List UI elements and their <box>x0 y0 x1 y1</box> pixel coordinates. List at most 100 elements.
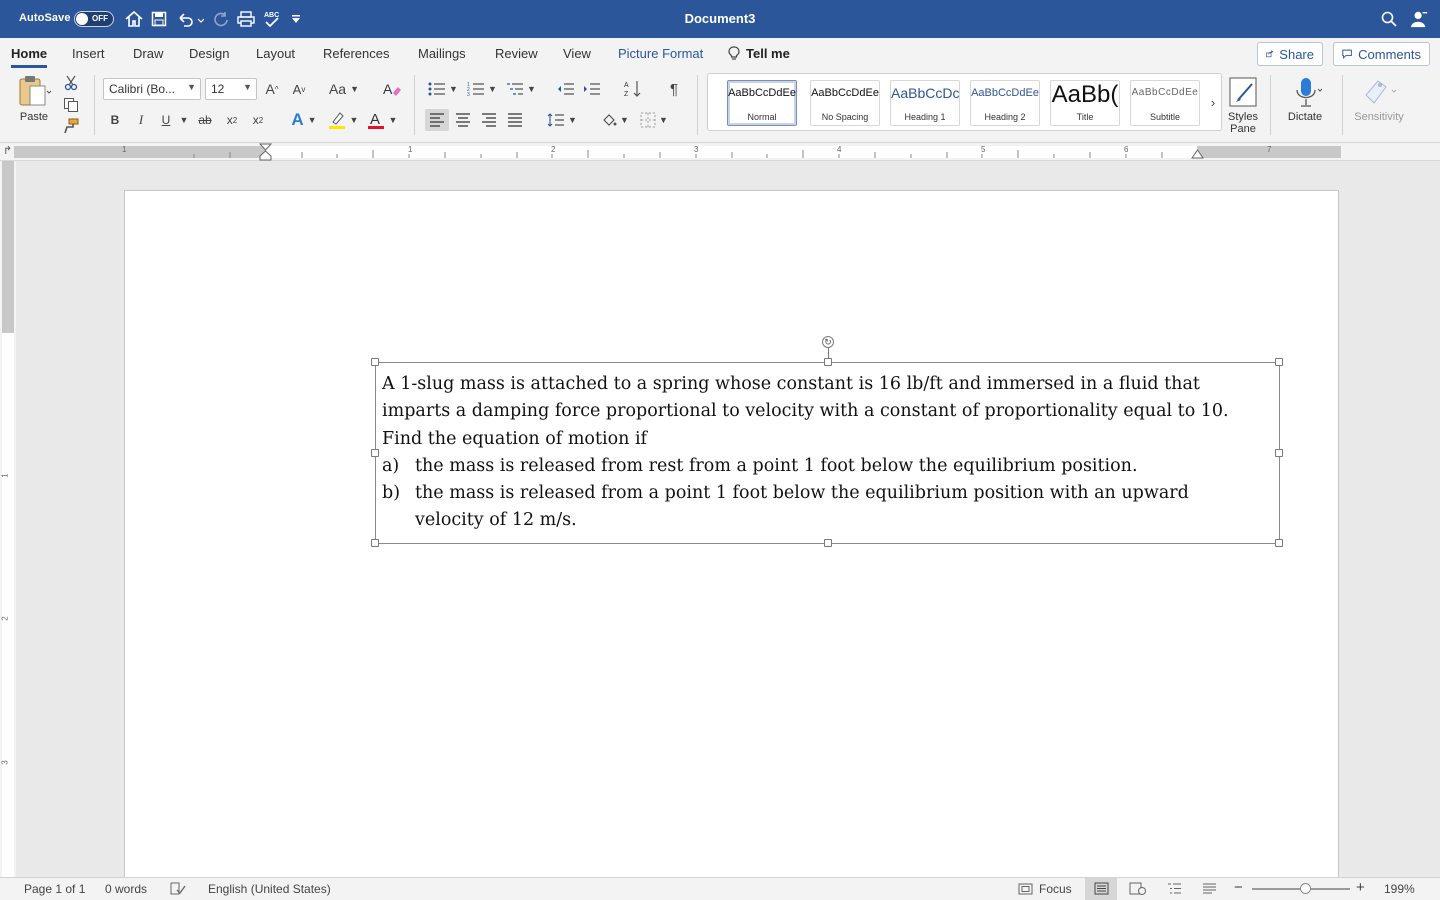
ruler-number: 2 <box>551 145 556 154</box>
font-color-button[interactable]: A ▼ <box>365 109 399 131</box>
tab-review[interactable]: Review <box>495 46 538 61</box>
zoom-in-button[interactable]: + <box>1356 879 1365 896</box>
share-label: Share <box>1279 46 1314 62</box>
font-name-select[interactable]: Calibri (Bo... ▼ <box>103 78 201 100</box>
word-count[interactable]: 0 words <box>105 882 147 896</box>
style-no-spacing[interactable]: AaBbCcDdEe No Spacing <box>810 80 880 126</box>
font-size-select[interactable]: 12 ▼ <box>205 78 257 100</box>
shrink-font-icon[interactable]: Av <box>289 78 309 100</box>
change-case-label: Aa <box>328 81 347 97</box>
zoom-out-button[interactable]: − <box>1234 879 1243 896</box>
resize-handle[interactable] <box>371 449 379 457</box>
clear-formatting-icon[interactable]: A <box>381 78 403 100</box>
style-heading-1[interactable]: AaBbCcDc Heading 1 <box>890 80 960 126</box>
page-count[interactable]: Page 1 of 1 <box>24 882 85 896</box>
tab-mailings[interactable]: Mailings <box>418 46 466 61</box>
underline-button[interactable]: U <box>157 109 175 131</box>
subscript-button[interactable]: x2 <box>222 109 242 131</box>
sensitivity-icon <box>1365 80 1397 104</box>
dictate-button[interactable] <box>1284 75 1330 109</box>
style-title[interactable]: AaBb( Title <box>1050 80 1120 126</box>
text-effects-button[interactable]: A ▼ <box>287 109 321 131</box>
style-sample: AaBbCcDdEe <box>811 87 879 99</box>
resize-handle[interactable] <box>1275 539 1283 547</box>
account-icon[interactable] <box>1410 10 1428 28</box>
style-heading-2[interactable]: AaBbCcDdEe Heading 2 <box>970 80 1040 126</box>
zoom-level[interactable]: 199% <box>1384 882 1415 896</box>
sort-icon[interactable]: AZ <box>621 77 645 101</box>
borders-button[interactable]: ▼ <box>636 109 672 131</box>
italic-button[interactable]: I <box>132 109 150 131</box>
resize-handle[interactable] <box>1275 449 1283 457</box>
focus-button[interactable]: Focus <box>1018 882 1072 896</box>
resize-handle[interactable] <box>371 539 379 547</box>
strikethrough-button[interactable]: ab <box>195 109 215 131</box>
comments-button[interactable]: Comments <box>1333 42 1430 66</box>
resize-handle[interactable] <box>1275 358 1283 366</box>
microphone-icon <box>1296 78 1322 107</box>
align-right-icon[interactable] <box>478 109 500 131</box>
tab-layout[interactable]: Layout <box>256 46 295 61</box>
tab-design[interactable]: Design <box>189 46 229 61</box>
resize-handle[interactable] <box>371 358 379 366</box>
chevron-right-icon[interactable]: › <box>1206 92 1220 112</box>
bold-button[interactable]: B <box>106 109 124 131</box>
styles-pane-label: Styles Pane <box>1223 111 1263 135</box>
sensitivity-button[interactable] <box>1360 75 1400 109</box>
chevron-down-icon: ▼ <box>620 115 629 125</box>
proofing-icon[interactable] <box>170 882 186 898</box>
bullets-button[interactable]: ▼ <box>426 78 460 100</box>
increase-indent-icon[interactable] <box>581 78 603 100</box>
cut-icon[interactable] <box>62 74 80 92</box>
line-spacing-button[interactable]: ▼ <box>544 109 580 131</box>
paste-icon[interactable] <box>14 74 54 108</box>
format-painter-icon[interactable] <box>62 117 80 135</box>
change-case-button[interactable]: Aa ▼ <box>326 78 362 100</box>
style-normal[interactable]: AaBbCcDdEe Normal <box>727 80 797 126</box>
styles-pane-icon[interactable] <box>1227 75 1261 109</box>
web-layout-icon[interactable] <box>1129 882 1146 898</box>
justify-icon[interactable] <box>504 109 526 131</box>
comment-icon <box>1342 49 1352 60</box>
tell-me-box[interactable]: Tell me <box>728 46 790 61</box>
text-box-content[interactable]: A 1-slug mass is attached to a spring wh… <box>382 371 1262 535</box>
highlight-button[interactable]: ▼ <box>326 109 360 131</box>
share-button[interactable]: Share <box>1257 42 1323 66</box>
language-status[interactable]: English (United States) <box>208 882 331 896</box>
draft-view-icon[interactable] <box>1202 882 1217 898</box>
align-left-icon[interactable] <box>425 109 449 131</box>
outline-view-icon[interactable] <box>1167 882 1182 898</box>
decrease-indent-icon[interactable] <box>555 78 577 100</box>
tab-draw[interactable]: Draw <box>133 46 163 61</box>
document-title: Document3 <box>684 11 756 26</box>
tab-stop-icon[interactable]: ↱ <box>3 144 12 157</box>
numbering-button[interactable]: 123 ▼ <box>465 78 499 100</box>
chevron-down-icon[interactable]: ▼ <box>178 109 190 131</box>
shading-button[interactable]: ▼ <box>598 109 632 131</box>
multilevel-list-button[interactable]: ▼ <box>504 78 538 100</box>
indent-marker-icon[interactable] <box>259 143 273 161</box>
resize-handle[interactable] <box>824 539 832 547</box>
resize-handle[interactable] <box>824 358 832 366</box>
superscript-button[interactable]: x2 <box>248 109 268 131</box>
tab-home[interactable]: Home <box>11 46 48 68</box>
copy-icon[interactable] <box>62 96 80 114</box>
style-name: Title <box>1076 112 1094 122</box>
rotate-handle-icon[interactable]: ↻ <box>822 336 834 348</box>
search-icon[interactable] <box>1380 10 1398 28</box>
tab-references[interactable]: References <box>323 46 389 61</box>
grow-font-icon[interactable]: A ^ <box>262 78 282 100</box>
tab-view[interactable]: View <box>563 46 591 61</box>
align-center-icon[interactable] <box>452 109 474 131</box>
show-formatting-icon[interactable]: ¶ <box>663 78 685 100</box>
tab-insert[interactable]: Insert <box>72 46 105 61</box>
document-page[interactable]: ↻ A 1-slug mass is attached to a spring … <box>124 190 1339 877</box>
print-layout-icon[interactable] <box>1094 882 1109 898</box>
tab-picture-format[interactable]: Picture Format <box>618 46 703 61</box>
text-box[interactable]: ↻ A 1-slug mass is attached to a spring … <box>371 336 1283 547</box>
zoom-slider-thumb[interactable] <box>1300 883 1312 894</box>
style-subtitle[interactable]: AaBbCcDdEe Subtitle <box>1130 80 1200 126</box>
chevron-down-icon: ▼ <box>243 82 252 92</box>
right-indent-marker-icon[interactable] <box>1191 149 1204 159</box>
font-size-value: 12 <box>211 82 225 96</box>
